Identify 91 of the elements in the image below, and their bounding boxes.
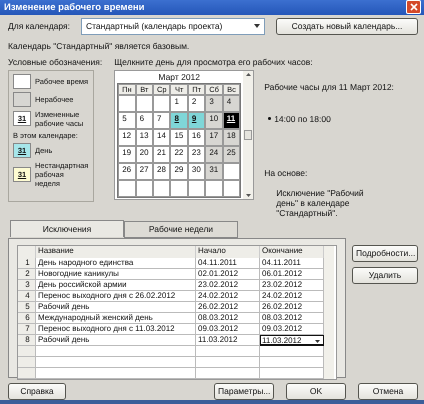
table-cell: День российской армии xyxy=(36,280,196,291)
empty-cell[interactable] xyxy=(196,356,260,368)
row-number: 6 xyxy=(18,312,36,324)
calendar-day[interactable]: 15 xyxy=(170,128,188,146)
down-arrow-icon xyxy=(246,194,251,197)
calendar-dropdown[interactable]: Стандартный (календарь проекта) xyxy=(80,18,265,35)
calendar-day[interactable]: 22 xyxy=(170,146,188,163)
based-on-title: На основе: xyxy=(264,168,308,178)
table-cell: 02.01.2012 xyxy=(196,268,260,280)
empty-cell[interactable] xyxy=(196,346,260,357)
based-on-text: Исключение "Рабочий день" в календаре "Стандартный". xyxy=(276,188,365,218)
table-cell: День народного единства xyxy=(36,258,196,269)
legend-title: Условные обозначения: xyxy=(8,56,102,67)
header-corner xyxy=(18,246,36,258)
caret-icon xyxy=(254,24,260,28)
row-number: 4 xyxy=(18,290,36,302)
calendar-day[interactable] xyxy=(118,180,136,197)
scroll-bar[interactable] xyxy=(243,70,254,199)
calendar-hint: Щелкните день для просмотра его рабочих часов: xyxy=(114,56,314,67)
scroll-bar[interactable] xyxy=(324,246,334,258)
calendar-day[interactable]: 31 xyxy=(205,162,223,180)
row-number: 8 xyxy=(18,334,36,346)
calendar-label: Для календаря: xyxy=(8,21,70,32)
row-number: 1 xyxy=(18,258,36,269)
scroll-bar[interactable] xyxy=(324,368,334,379)
calendar-day[interactable]: 29 xyxy=(170,162,188,180)
table-cell: 23.02.2012 xyxy=(196,280,260,291)
calendar-day[interactable]: 26 xyxy=(118,162,136,180)
up-arrow-icon xyxy=(246,72,251,76)
base-note: Календарь "Стандартный" является базовым. xyxy=(8,40,190,51)
bullet-icon xyxy=(268,117,272,120)
table-cell: Международный женский день xyxy=(36,312,196,324)
calendar-day[interactable]: 7 xyxy=(153,112,170,129)
help-button[interactable]: Справка xyxy=(8,382,66,400)
dialog-button[interactable]: OK xyxy=(286,382,346,400)
empty-cell[interactable] xyxy=(196,368,260,379)
column-header: Окончание xyxy=(260,246,324,258)
legend-swatch xyxy=(13,74,31,89)
create-calendar-button[interactable]: Создать новый календарь... xyxy=(276,18,418,35)
side-button[interactable]: Подробности... xyxy=(352,244,418,262)
row-number xyxy=(18,346,36,357)
scroll-thumb[interactable] xyxy=(244,130,252,140)
calendar-day[interactable] xyxy=(118,94,136,112)
side-button[interactable]: Удалить xyxy=(352,266,418,284)
window-title: Изменение рабочего времени xyxy=(4,2,144,13)
table-cell: Рабочий день xyxy=(36,334,196,346)
close-icon xyxy=(410,3,418,12)
table-cell: Перенос выходного дня с 11.03.2012 xyxy=(36,324,196,335)
hours-item: 14:00 по 18:00 xyxy=(274,114,331,124)
calendar-day[interactable]: 24 xyxy=(205,146,223,163)
calendar-day[interactable]: 17 xyxy=(205,128,223,146)
table-cell: Рабочий день xyxy=(36,302,196,313)
close-button[interactable] xyxy=(406,0,421,14)
table-cell: 09.03.2012 xyxy=(196,324,260,335)
calendar-day[interactable]: 21 xyxy=(153,146,170,163)
calendar-day[interactable] xyxy=(170,180,188,197)
calendar-day[interactable]: 12 xyxy=(118,128,136,146)
calendar-day[interactable]: 14 xyxy=(153,128,170,146)
calendar-day[interactable]: 1 xyxy=(170,94,188,112)
row-number xyxy=(18,356,36,368)
row-number: 7 xyxy=(18,324,36,335)
hours-title: Рабочие часы для 11 Март 2012: xyxy=(264,82,394,92)
table-cell: Перенос выходного дня с 26.02.2012 xyxy=(36,290,196,302)
table-cell: 11.03.2012 xyxy=(196,334,260,346)
column-header: Название xyxy=(36,246,196,258)
calendar-day[interactable]: 10 xyxy=(205,112,223,129)
month-title: Март 2012 xyxy=(157,72,201,83)
calendar-day[interactable]: 3 xyxy=(205,94,223,112)
dialog-button[interactable]: Параметры... xyxy=(214,382,274,400)
table-cell: Новогодние каникулы xyxy=(36,268,196,280)
calendar-day[interactable] xyxy=(153,180,170,197)
row-number: 2 xyxy=(18,268,36,280)
calendar-day[interactable]: 19 xyxy=(118,146,136,163)
table-cell: 26.02.2012 xyxy=(196,302,260,313)
table-cell: 04.11.2011 xyxy=(196,258,260,269)
column-header: Начало xyxy=(196,246,260,258)
calendar-day[interactable]: 8 xyxy=(170,112,188,129)
table-cell[interactable]: 11.03.2012 xyxy=(260,334,324,346)
caret-icon xyxy=(315,340,320,343)
calendar-day[interactable] xyxy=(205,180,223,197)
tab[interactable]: Рабочие недели xyxy=(124,220,238,238)
calendar-day[interactable] xyxy=(153,94,170,112)
table-cell: 08.03.2012 xyxy=(196,312,260,324)
calendar-day[interactable]: 5 xyxy=(118,112,136,129)
row-number: 5 xyxy=(18,302,36,313)
dialog-button[interactable]: Отмена xyxy=(358,382,418,400)
legend-swatch xyxy=(13,92,31,107)
calendar-day[interactable]: 28 xyxy=(153,162,170,180)
table-cell: 24.02.2012 xyxy=(196,290,260,302)
row-number: 3 xyxy=(18,280,36,291)
tab[interactable]: Исключения xyxy=(10,220,124,237)
